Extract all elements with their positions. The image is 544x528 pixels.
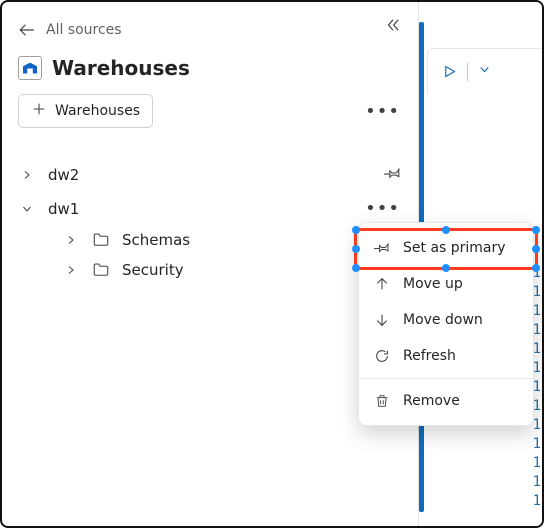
line-number: 1 [533, 492, 541, 511]
tree-item-label: Security [122, 261, 184, 279]
add-warehouse-label: Warehouses [55, 103, 140, 119]
menu-item-label: Refresh [403, 348, 456, 364]
menu-item-refresh[interactable]: Refresh [359, 338, 533, 374]
tree-item-label: dw1 [48, 200, 79, 218]
menu-item-label: Remove [403, 393, 460, 409]
chevron-right-icon [62, 234, 80, 246]
tree-item-label: dw2 [48, 166, 79, 184]
tree-item-security[interactable]: Security [18, 255, 402, 285]
back-arrow-icon[interactable] [18, 21, 36, 39]
warehouse-icon [18, 56, 42, 80]
play-icon[interactable] [442, 64, 457, 79]
pin-icon [373, 239, 391, 256]
menu-item-remove[interactable]: Remove [359, 383, 533, 419]
menu-item-move-down[interactable]: Move down [359, 302, 533, 338]
menu-item-set-primary[interactable]: Set as primary [359, 229, 533, 266]
chevron-right-icon [62, 264, 80, 276]
warehouse-tree: dw2 dw1 ••• [18, 158, 402, 285]
line-number: 1 [533, 454, 541, 473]
menu-item-label: Move up [403, 276, 463, 292]
toolbar-more-icon[interactable]: ••• [363, 97, 402, 126]
folder-icon [92, 261, 110, 279]
menu-item-label: Set as primary [403, 240, 506, 256]
run-toolbar [427, 48, 542, 94]
refresh-icon [373, 348, 391, 364]
chevron-down-icon[interactable] [478, 63, 491, 80]
arrow-down-icon [373, 312, 391, 328]
chevron-down-icon [18, 203, 36, 215]
tree-item-schemas[interactable]: Schemas [18, 225, 402, 255]
pin-icon[interactable] [384, 164, 402, 186]
divider [467, 63, 468, 81]
menu-separator [359, 378, 533, 379]
line-number: 1 [533, 435, 541, 454]
tree-item-dw2[interactable]: dw2 [18, 158, 402, 192]
menu-item-label: Move down [403, 312, 483, 328]
breadcrumb[interactable]: All sources [46, 22, 122, 38]
collapse-panel-icon[interactable] [384, 16, 402, 38]
tree-item-label: Schemas [122, 231, 190, 249]
chevron-right-icon [18, 169, 36, 181]
item-more-icon[interactable]: ••• [365, 198, 402, 219]
menu-item-move-up[interactable]: Move up [359, 266, 533, 302]
page-title: Warehouses [52, 56, 190, 80]
line-number: 1 [533, 473, 541, 492]
arrow-up-icon [373, 276, 391, 292]
folder-icon [92, 231, 110, 249]
plus-icon [31, 101, 47, 121]
trash-icon [373, 393, 391, 409]
add-warehouse-button[interactable]: Warehouses [18, 94, 153, 128]
tree-item-dw1[interactable]: dw1 ••• [18, 192, 402, 225]
explorer-sidebar: All sources Warehouses Warehouses ••• [2, 2, 419, 526]
context-menu: Set as primary Move up Move down Refresh… [358, 222, 534, 426]
